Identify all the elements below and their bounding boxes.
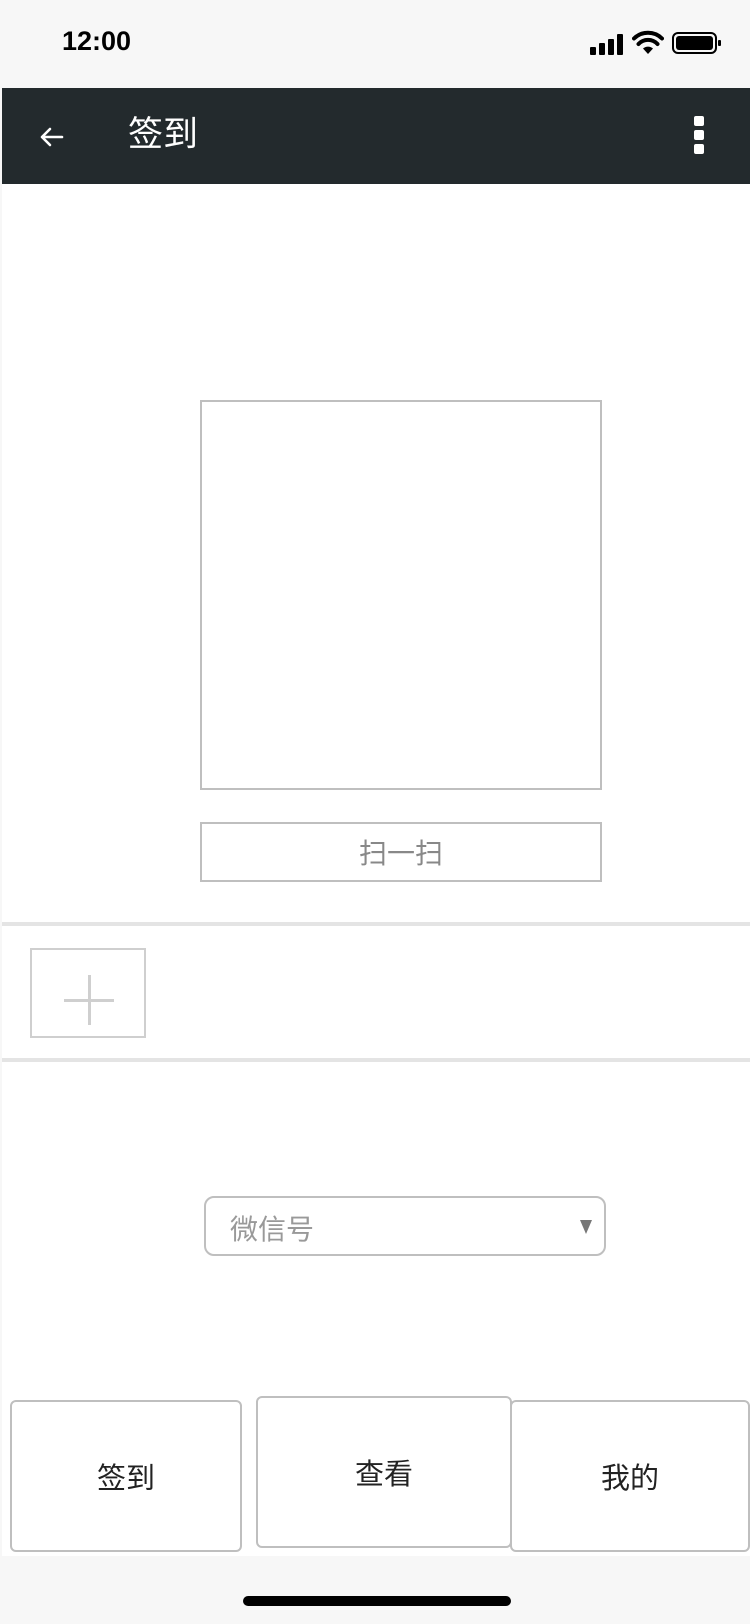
divider [2,922,750,926]
screen: 12:00 签到 扫一扫 微信号 签到 查看 我的 [0,0,750,1624]
status-time: 12:00 [62,26,132,56]
more-vert-icon[interactable] [692,116,706,156]
app-bar: 签到 [2,88,750,184]
nav-mine-button[interactable]: 我的 [510,1400,750,1552]
qr-code-placeholder [200,400,602,790]
scan-button[interactable]: 扫一扫 [200,822,602,882]
battery-icon [672,32,721,54]
main-content: 扫一扫 微信号 签到 查看 我的 [2,184,750,1556]
back-arrow-icon[interactable] [35,121,67,153]
plus-icon [64,975,114,1025]
signal-icon [590,33,624,55]
home-indicator [243,1596,511,1606]
dropdown-icon [580,1220,592,1234]
wifi-icon [632,30,664,54]
nav-checkin-button[interactable]: 签到 [10,1400,242,1552]
wechat-id-select[interactable]: 微信号 [204,1196,606,1256]
status-bar: 12:00 [0,0,750,88]
wechat-id-placeholder: 微信号 [230,1213,315,1246]
page-title: 签到 [128,115,199,155]
divider [2,1058,750,1062]
add-photo-button[interactable] [30,948,146,1038]
nav-view-button[interactable]: 查看 [256,1396,512,1548]
